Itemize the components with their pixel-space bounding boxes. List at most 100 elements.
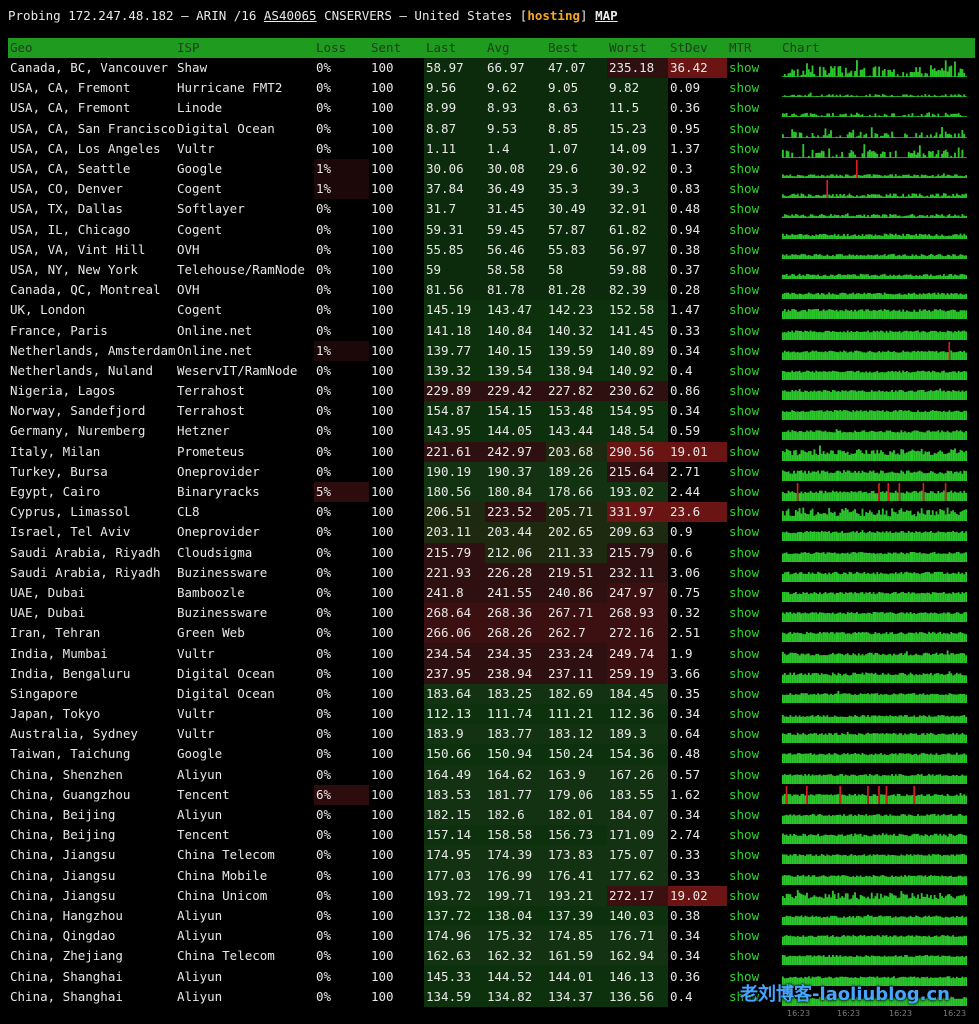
sparkline-bar [883, 94, 886, 98]
sparkline-bar [811, 755, 814, 764]
mtr-show-link[interactable]: show [727, 421, 780, 441]
mtr-show-link[interactable]: show [727, 845, 780, 865]
mtr-show-link[interactable]: show [727, 98, 780, 118]
sparkline-bar [954, 815, 956, 825]
mtr-show-link[interactable]: show [727, 704, 780, 724]
mtr-show-link[interactable]: show [727, 744, 780, 764]
worst-cell: 9.82 [607, 78, 668, 99]
mtr-show-link[interactable]: show [727, 583, 780, 603]
mtr-show-link[interactable]: show [727, 724, 780, 744]
mtr-show-link[interactable]: show [727, 825, 780, 845]
sparkline-bar [880, 674, 882, 683]
mtr-show-link[interactable]: show [727, 300, 780, 320]
mtr-show-link[interactable]: show [727, 442, 780, 462]
sparkline-bar [928, 652, 930, 663]
mtr-show-link[interactable]: show [727, 785, 780, 805]
sparkline-bar [883, 196, 886, 199]
mtr-show-link[interactable]: show [727, 159, 780, 179]
sparkline-bar [957, 411, 960, 421]
sparkline-bar [896, 876, 899, 885]
col-sent[interactable]: Sent [369, 38, 424, 58]
sparkline-bar [959, 792, 962, 804]
sparkline-bar [881, 451, 884, 461]
mtr-show-link[interactable]: show [727, 926, 780, 946]
sparkline-bar [942, 553, 945, 562]
mtr-show-link[interactable]: show [727, 220, 780, 240]
mtr-show-link[interactable]: show [727, 765, 780, 785]
mtr-show-link[interactable]: show [727, 482, 780, 502]
col-stdev[interactable]: StDev [668, 38, 727, 58]
loss-cell: 0% [316, 907, 332, 923]
mtr-show-link[interactable]: show [727, 179, 780, 199]
mtr-show-link[interactable]: show [727, 684, 780, 704]
sparkline-bar [822, 233, 825, 239]
sparkline-bar [889, 116, 892, 118]
mtr-show-link[interactable]: show [727, 199, 780, 219]
mtr-show-link[interactable]: show [727, 543, 780, 563]
sparkline-bar [824, 673, 827, 683]
stdev-cell: 0.34 [670, 403, 701, 419]
sparkline-bar [896, 674, 899, 683]
col-best[interactable]: Best [546, 38, 607, 58]
sparkline-bar [915, 154, 918, 158]
sparkline-bar [815, 835, 818, 845]
sparkline-bar [894, 351, 897, 360]
col-geo[interactable]: Geo [8, 38, 175, 58]
sparkline-bar [796, 532, 799, 542]
best-cell: 189.26 [546, 461, 607, 482]
sparkline-bar [915, 875, 918, 885]
asn-link[interactable]: AS40065 [264, 8, 317, 23]
mtr-show-link[interactable]: show [727, 623, 780, 643]
mtr-show-link[interactable]: show [727, 260, 780, 280]
col-avg[interactable]: Avg [485, 38, 546, 58]
mtr-show-link[interactable]: show [727, 664, 780, 684]
mtr-show-link[interactable]: show [727, 58, 780, 78]
loss-cell: 0% [316, 685, 332, 701]
mtr-show-link[interactable]: show [727, 563, 780, 583]
sparkline-bar [870, 450, 873, 461]
sparkline-bar [872, 733, 875, 744]
sparkline-bar [783, 331, 786, 340]
mtr-show-link[interactable]: show [727, 603, 780, 623]
mtr-show-link[interactable]: show [727, 361, 780, 381]
mtr-show-link[interactable]: show [727, 906, 780, 926]
sparkline-bar [894, 136, 897, 138]
mtr-show-link[interactable]: show [727, 522, 780, 542]
mtr-show-link[interactable]: show [727, 119, 780, 139]
sparkline-bar [782, 591, 784, 602]
col-last[interactable]: Last [424, 38, 485, 58]
mtr-show-link[interactable]: show [727, 643, 780, 663]
sparkline-bar [957, 234, 960, 239]
sparkline-bar [900, 430, 903, 441]
col-isp[interactable]: ISP [175, 38, 314, 58]
stdev-cell: 0.48 [670, 201, 701, 217]
sparkline-bar [796, 193, 799, 199]
mtr-show-link[interactable]: show [727, 381, 780, 401]
mtr-show-link[interactable]: show [727, 78, 780, 98]
mtr-show-link[interactable]: show [727, 280, 780, 300]
sparkline-bar [876, 116, 879, 118]
sparkline-bar [826, 794, 829, 804]
sparkline-bar [944, 235, 947, 239]
mtr-show-link[interactable]: show [727, 320, 780, 340]
mtr-show-link[interactable]: show [727, 502, 780, 522]
mtr-show-link[interactable]: show [727, 805, 780, 825]
sparkline-bar [861, 452, 864, 461]
sent-cell: 100 [371, 887, 394, 903]
sparkline-bar [930, 672, 932, 683]
sparkline-bar [931, 175, 934, 179]
mtr-show-link[interactable]: show [727, 886, 780, 906]
sparkline-bar [891, 694, 893, 703]
map-link[interactable]: MAP [595, 8, 618, 23]
mtr-show-link[interactable]: show [727, 866, 780, 886]
mtr-show-link[interactable]: show [727, 341, 780, 361]
sparkline-bar [826, 410, 829, 421]
mtr-show-link[interactable]: show [727, 240, 780, 260]
sparkline-bar [918, 432, 921, 441]
mtr-show-link[interactable]: show [727, 401, 780, 421]
col-worst[interactable]: Worst [607, 38, 668, 58]
mtr-show-link[interactable]: show [727, 462, 780, 482]
col-loss[interactable]: Loss [314, 38, 369, 58]
mtr-show-link[interactable]: show [727, 139, 780, 159]
sparkline-bar [796, 371, 799, 380]
